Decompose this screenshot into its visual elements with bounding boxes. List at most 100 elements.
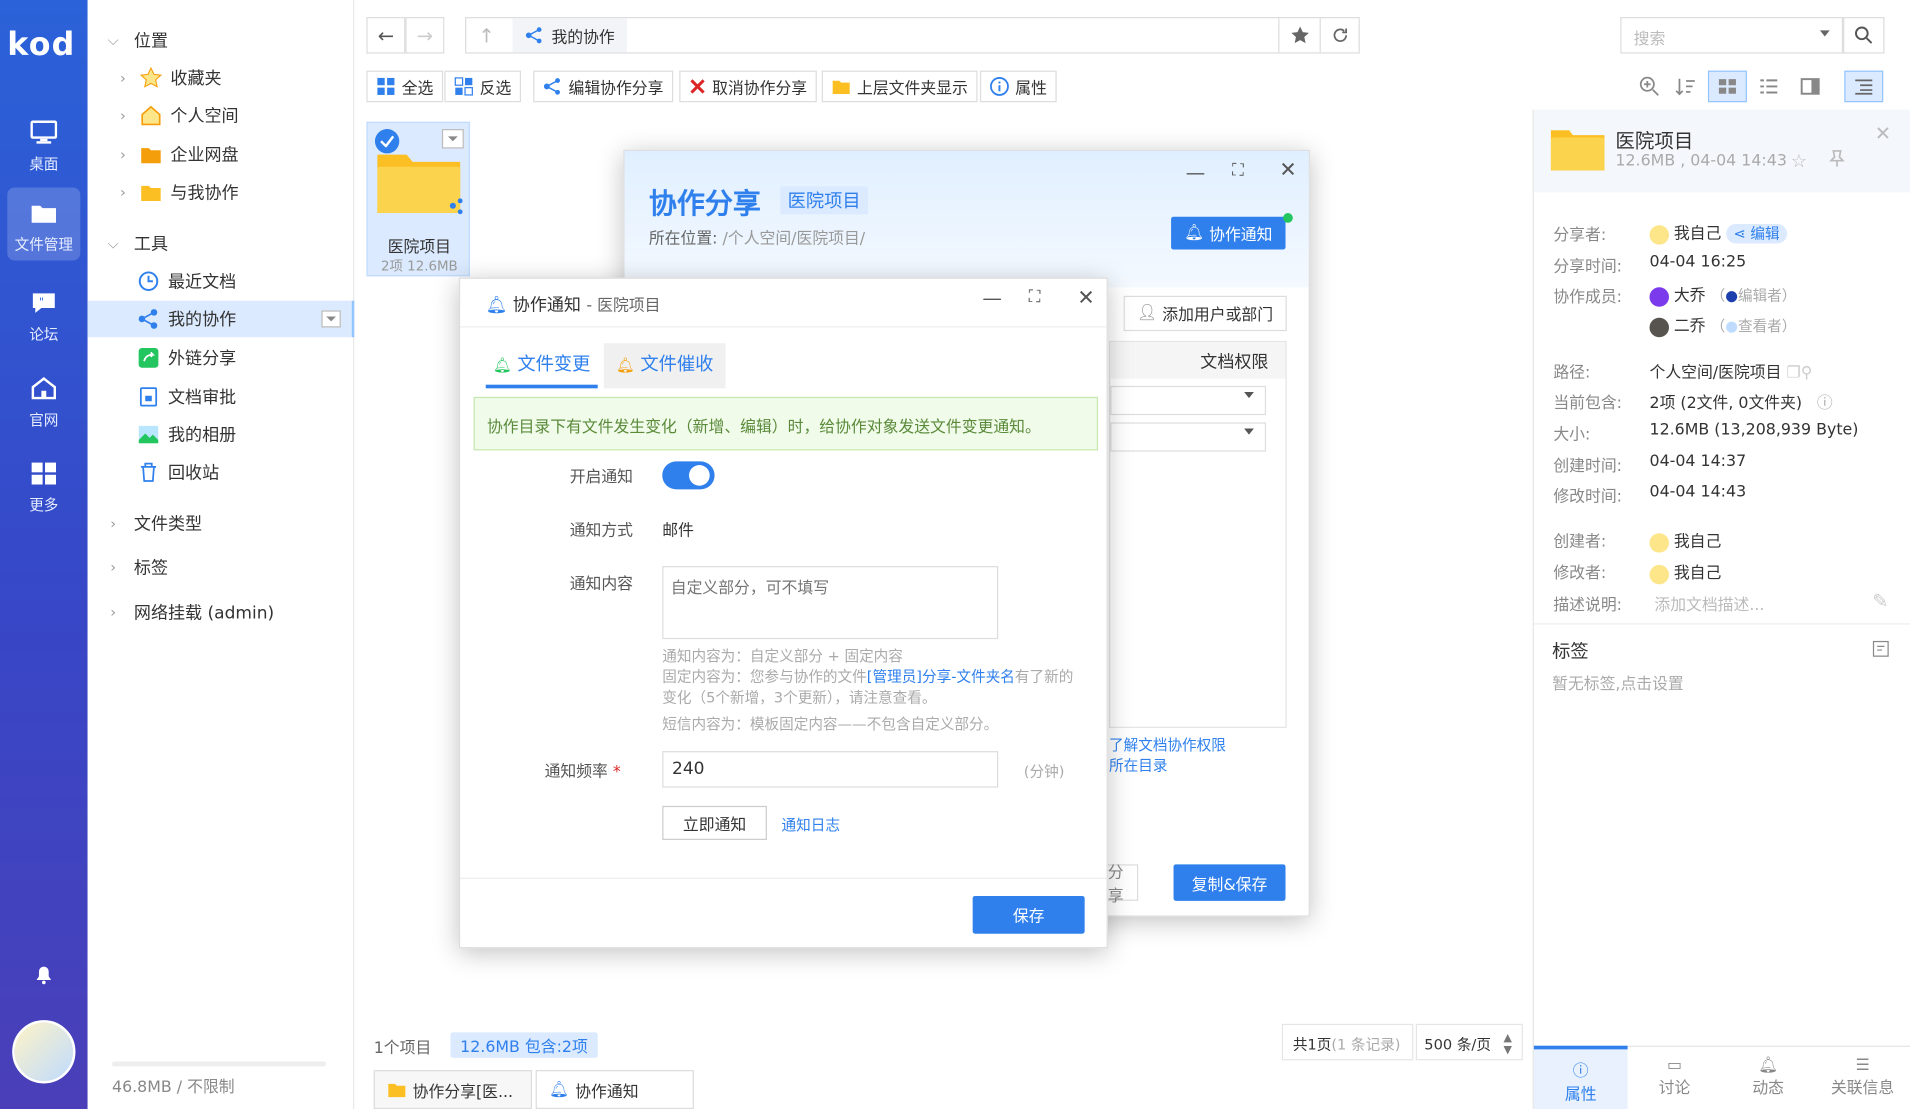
frequency-input[interactable] xyxy=(662,751,999,788)
rail-item-home[interactable]: 官网 xyxy=(0,363,88,436)
invert-select-button[interactable]: 反选 xyxy=(444,70,522,103)
detail-panel-button[interactable] xyxy=(1844,70,1884,103)
edit-share-button[interactable]: 编辑协作分享 xyxy=(533,70,674,103)
zoom-icon[interactable] xyxy=(1639,75,1661,97)
maximize-icon[interactable]: ⛶ xyxy=(1232,161,1244,180)
refresh-icon[interactable] xyxy=(1319,18,1360,53)
link-icon[interactable]: ⚲ xyxy=(1801,364,1813,382)
chevron-down-icon: ⌵ xyxy=(107,31,119,49)
perm-select[interactable] xyxy=(1110,422,1267,452)
rail-item-desktop[interactable]: 桌面 xyxy=(0,107,88,180)
tree-header-filetype[interactable]: › 文件类型 xyxy=(88,505,355,542)
copy-save-button[interactable]: 复制&保存 xyxy=(1173,864,1286,901)
frequency-label: 通知频率 * xyxy=(544,763,621,782)
tree-item-external-share[interactable]: 外链分享 xyxy=(88,340,355,377)
close-icon[interactable]: ✕ xyxy=(1279,158,1296,182)
info-icon[interactable]: ⓘ xyxy=(1817,394,1833,412)
content-textarea[interactable] xyxy=(662,566,999,640)
tab-activity[interactable]: 🔔︎ 动态 xyxy=(1721,1046,1815,1109)
tree-item-enterprise[interactable]: › 企业网盘 xyxy=(88,136,355,173)
split-view-button[interactable] xyxy=(1791,71,1830,103)
admin-share-link[interactable]: [管理员]分享-文件夹名 xyxy=(867,668,1015,685)
app-root: kod 桌面 文件管理 " 论坛 官网 更多 ⌵ 位置 › 收藏夹 › 个人空间… xyxy=(0,0,1910,1110)
minimize-icon[interactable]: — xyxy=(982,286,1001,309)
tag-edit-icon[interactable] xyxy=(1872,640,1889,657)
tree-item-my-collab[interactable]: 我的协作 xyxy=(87,300,355,338)
breadcrumb[interactable]: 我的协作 xyxy=(512,18,627,53)
chevron-right-icon: › xyxy=(110,514,117,532)
bell-icon[interactable] xyxy=(34,965,53,985)
notify-log-link[interactable]: 通知日志 xyxy=(782,814,840,835)
tree-header-network[interactable]: › 网络挂载 (admin) xyxy=(88,594,355,631)
dropdown-icon[interactable] xyxy=(441,129,464,149)
sort-icon[interactable] xyxy=(1675,75,1697,97)
forward-button[interactable]: → xyxy=(405,17,445,54)
star-icon[interactable] xyxy=(1278,18,1319,53)
rail-label: 桌面 xyxy=(29,155,59,173)
avatar[interactable] xyxy=(12,1020,76,1084)
file-item[interactable]: 医院项目 2项 12.6MB xyxy=(366,121,470,277)
per-page-select[interactable]: 500 条/页 ▲ ▼ xyxy=(1415,1023,1523,1061)
list-view-button[interactable] xyxy=(1749,71,1788,103)
show-parent-button[interactable]: 上层文件夹显示 xyxy=(821,70,978,103)
arrow-up-icon[interactable]: ↑ xyxy=(478,24,494,47)
tree-item-favorites[interactable]: › 收藏夹 xyxy=(88,60,355,97)
notify-dialog-title: 🔔︎ 协作通知 - 医院项目 xyxy=(485,295,661,316)
properties-button[interactable]: 属性 xyxy=(979,70,1057,103)
share-time-label: 分享时间: xyxy=(1553,258,1622,277)
enable-toggle[interactable] xyxy=(662,461,715,490)
method-value: 邮件 xyxy=(662,522,694,541)
perm-select[interactable] xyxy=(1110,385,1267,416)
tab-file-remind[interactable]: 🔔︎ 文件催收 xyxy=(603,343,726,389)
open-dir-link[interactable]: 所在目录 xyxy=(1109,755,1167,776)
tree-item-album[interactable]: 我的相册 xyxy=(88,416,355,453)
dropdown-icon[interactable] xyxy=(321,310,341,328)
search-button[interactable] xyxy=(1843,17,1885,54)
avatar xyxy=(1649,317,1669,337)
tab-props[interactable]: ⓘ 属性 xyxy=(1533,1045,1628,1110)
cancel-share-button[interactable]: 取消协作分享 xyxy=(679,70,817,103)
star-icon[interactable]: ☆ xyxy=(1791,150,1807,172)
link-share-icon xyxy=(136,346,160,370)
minimize-icon[interactable]: — xyxy=(1186,161,1205,184)
select-all-button[interactable]: 全选 xyxy=(366,70,444,103)
tree-header-location[interactable]: ⌵ 位置 xyxy=(88,22,355,59)
tree-item-trash[interactable]: 回收站 xyxy=(88,454,355,491)
back-button[interactable]: ← xyxy=(366,17,406,54)
rail-item-more[interactable]: 更多 xyxy=(0,448,88,521)
pencil-icon[interactable]: ✎ xyxy=(1872,589,1888,612)
contains-value: 2项 (2文件, 0文件夹) ⓘ xyxy=(1649,394,1833,413)
rail-item-forum[interactable]: " 论坛 xyxy=(0,278,88,351)
tree-header-tools[interactable]: ⌵ 工具 xyxy=(88,225,355,262)
tree-header-tags[interactable]: › 标签 xyxy=(88,549,355,586)
tree-item-approval[interactable]: 文档审批 xyxy=(88,379,355,416)
taskbar-tab-share[interactable]: 协作分享[医... xyxy=(373,1070,532,1110)
tab-discuss[interactable]: ▭ 讨论 xyxy=(1628,1046,1722,1109)
address-bar[interactable]: ↑ 我的协作 xyxy=(465,17,1360,54)
notify-now-button[interactable]: 立即通知 xyxy=(662,805,767,840)
tree-item-personal[interactable]: › 个人空间 xyxy=(88,97,355,134)
learn-permission-link[interactable]: 了解文档协作权限 xyxy=(1109,734,1226,755)
tree-item-shared-with-me[interactable]: › 与我协作 xyxy=(88,174,355,211)
save-button[interactable]: 保存 xyxy=(972,895,1085,934)
cancel-share-button[interactable]: 分享 xyxy=(1106,864,1139,906)
close-icon[interactable]: ✕ xyxy=(1077,286,1094,310)
collab-notify-button[interactable]: 🔔︎ 协作通知 xyxy=(1171,216,1286,250)
tags-empty[interactable]: 暂无标签,点击设置 xyxy=(1552,671,1684,694)
item-count: 1个项目 xyxy=(373,1039,432,1058)
caret-down-icon[interactable] xyxy=(1819,29,1831,39)
rail-item-file-manager[interactable]: 文件管理 xyxy=(7,187,81,261)
pin-icon[interactable] xyxy=(1829,150,1845,167)
tree-item-recent[interactable]: 最近文档 xyxy=(88,263,355,300)
rail-label: 论坛 xyxy=(29,326,59,344)
search-input[interactable]: 搜索 xyxy=(1620,17,1844,54)
tab-file-change[interactable]: 🔔︎ 文件变更 xyxy=(485,343,598,389)
icon-view-button[interactable] xyxy=(1707,70,1747,103)
copy-icon[interactable]: ❐ xyxy=(1786,364,1800,382)
taskbar-tab-notify[interactable]: 🔔︎ 协作通知 xyxy=(535,1070,694,1110)
desc-input[interactable]: 添加文档描述... xyxy=(1654,592,1764,615)
add-user-button[interactable]: 👤︎ 添加用户或部门 xyxy=(1123,295,1287,332)
close-icon[interactable]: ✕ xyxy=(1875,122,1891,145)
tab-related[interactable]: ☰ 关联信息 xyxy=(1815,1046,1910,1109)
maximize-icon[interactable]: ⛶ xyxy=(1029,287,1041,306)
